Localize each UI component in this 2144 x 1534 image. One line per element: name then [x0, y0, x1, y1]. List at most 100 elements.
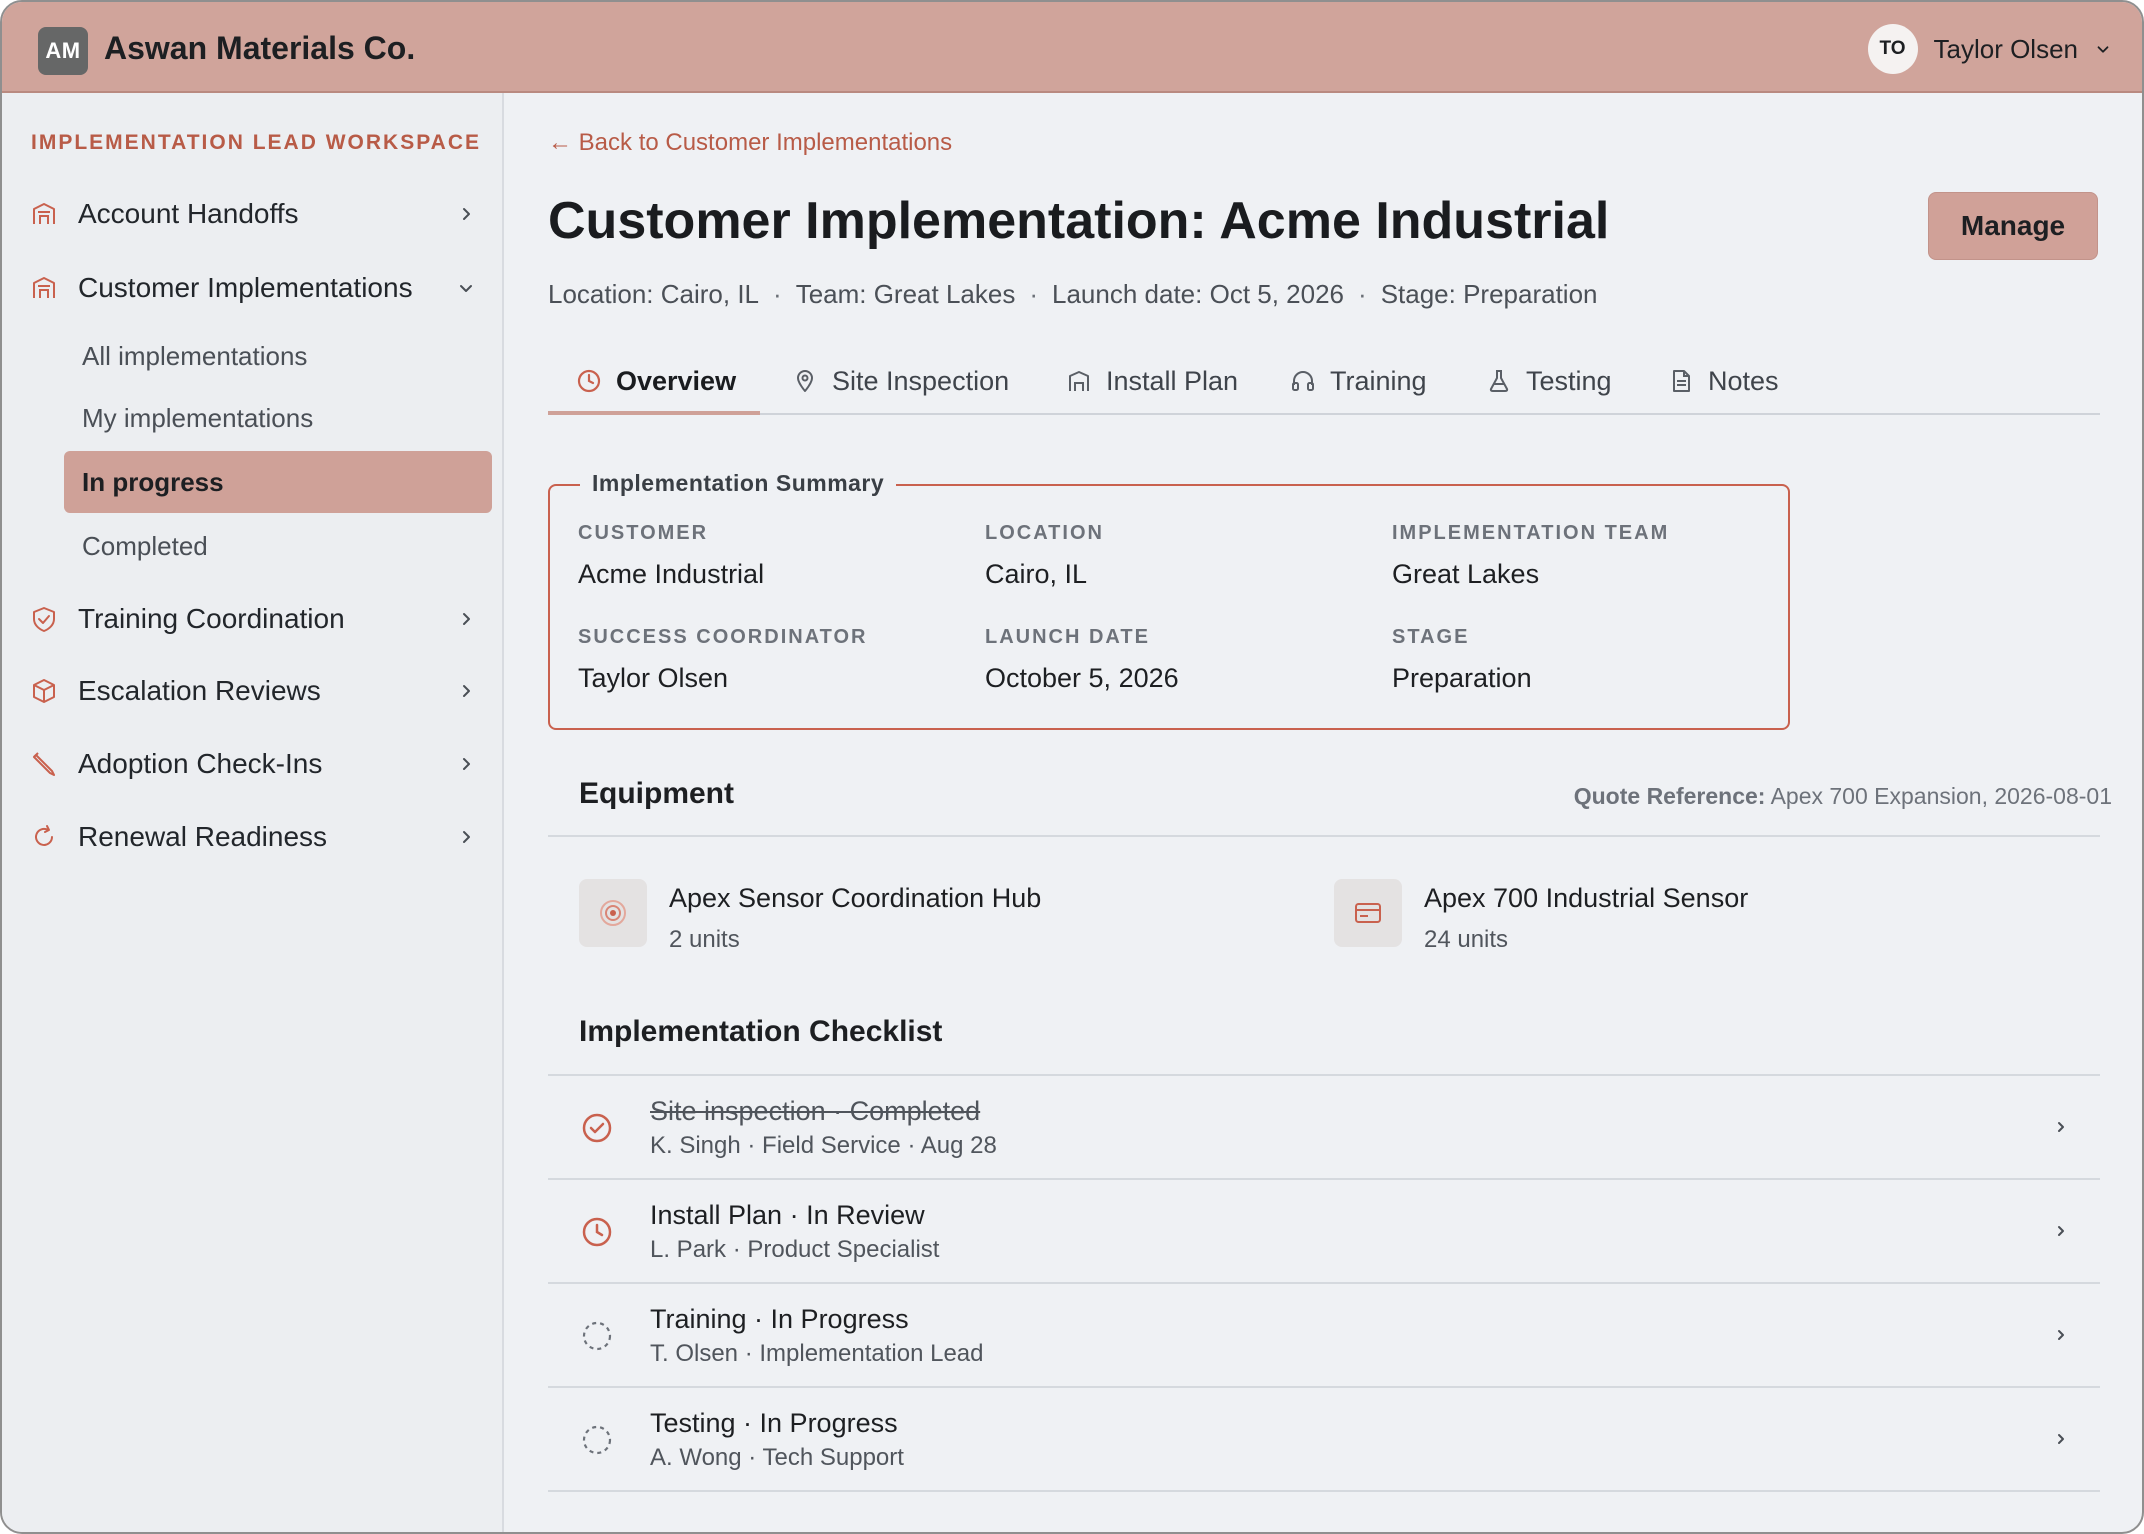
- checklist-item-training[interactable]: Training · In Progress T. Olsen · Implem…: [548, 1284, 2100, 1388]
- tab-site-inspection[interactable]: Site Inspection: [792, 347, 1009, 415]
- checklist-item-title: Training · In Progress: [650, 1304, 909, 1334]
- meta-separator: ·: [1358, 279, 1367, 309]
- field-label: IMPLEMENTATION TEAM: [1392, 522, 1670, 544]
- tab-label: Training: [1330, 365, 1427, 396]
- meta-location: Location: Cairo, IL: [548, 279, 760, 309]
- chevron-right-icon: [463, 831, 470, 843]
- tab-training[interactable]: Training: [1290, 347, 1427, 415]
- workspace-label: IMPLEMENTATION LEAD WORKSPACE: [31, 131, 481, 154]
- field-label: CUSTOMER: [578, 522, 709, 544]
- sidebar-subitem-in-progress[interactable]: In progress: [64, 451, 492, 513]
- user-name: Taylor Olsen: [1933, 33, 2079, 64]
- clock-icon: [582, 1217, 612, 1247]
- sidebar-item-label: Account Handoffs: [78, 198, 299, 229]
- building-icon: [1069, 371, 1089, 391]
- sidebar-item-label: Renewal Readiness: [78, 821, 328, 852]
- page-title: Customer Implementation: Acme Industrial: [548, 192, 1610, 250]
- tab-testing[interactable]: Testing: [1486, 347, 1612, 415]
- sidebar-item-account-handoffs[interactable]: Account Handoffs: [30, 189, 480, 239]
- implementation-summary: Implementation Summary CUSTOMER Acme Ind…: [548, 470, 1790, 730]
- sidebar-item-renewal-readiness[interactable]: Renewal Readiness: [30, 812, 480, 862]
- company-name: Aswan Materials Co.: [104, 30, 416, 66]
- dashed-circle-icon: [582, 1425, 612, 1455]
- sidebar-item-label: Adoption Check-Ins: [78, 748, 323, 779]
- user-menu[interactable]: TO Taylor Olsen: [1867, 24, 2113, 74]
- document-icon: [1673, 370, 1690, 392]
- quote-reference-label: Quote Reference:: [1573, 783, 1766, 809]
- dashed-circle-icon: [582, 1321, 612, 1351]
- equipment-title: Equipment: [579, 777, 734, 810]
- equipment-item: Apex 700 Industrial Sensor 24 units: [1334, 879, 1748, 954]
- checklist-item-subtitle: T. Olsen · Implementation Lead: [650, 1340, 984, 1367]
- tab-label: Testing: [1526, 365, 1612, 396]
- sidebar-item-label: Customer Implementations: [78, 272, 413, 303]
- box-icon: [33, 679, 55, 703]
- chevron-right-icon: [463, 613, 470, 625]
- equipment-name: Apex 700 Industrial Sensor: [1424, 883, 1749, 913]
- checklist-item-install-plan[interactable]: Install Plan · In Review L. Park · Produ…: [548, 1180, 2100, 1284]
- main-content: ← Back to Customer Implementations Custo…: [504, 93, 2142, 1532]
- tab-install-plan[interactable]: Install Plan: [1066, 347, 1238, 415]
- chevron-right-icon: [463, 685, 470, 697]
- sidebar: IMPLEMENTATION LEAD WORKSPACE Account Ha…: [2, 93, 504, 1532]
- tab-overview[interactable]: Overview: [576, 347, 736, 415]
- sidebar-item-training-coordination[interactable]: Training Coordination: [30, 594, 480, 644]
- field-success-coordinator: SUCCESS COORDINATOR Taylor Olsen: [578, 626, 868, 694]
- target-icon: [579, 879, 647, 947]
- field-label: STAGE: [1392, 626, 1470, 648]
- meta-separator: ·: [773, 279, 782, 309]
- sidebar-item-escalation-reviews[interactable]: Escalation Reviews: [30, 666, 480, 716]
- building-icon: [33, 203, 55, 224]
- check-circle-icon: [582, 1113, 612, 1143]
- chevron-right-icon: [2058, 1434, 2064, 1444]
- meta-launch-date: Launch date: Oct 5, 2026: [1052, 279, 1345, 309]
- headphones-icon: [1292, 371, 1314, 391]
- chevron-right-icon: [463, 758, 470, 770]
- tab-notes[interactable]: Notes: [1668, 347, 1779, 415]
- flask-icon: [1489, 370, 1509, 392]
- field-label: LAUNCH DATE: [985, 626, 1150, 648]
- meta-stage: Stage: Preparation: [1380, 279, 1598, 309]
- sidebar-subitem-completed[interactable]: Completed: [64, 515, 492, 577]
- equipment-item: Apex Sensor Coordination Hub 2 units: [579, 879, 1041, 954]
- chevron-right-icon: [463, 208, 470, 220]
- tab-label: Install Plan: [1106, 365, 1239, 396]
- chevron-right-icon: [2058, 1330, 2064, 1340]
- field-value: Taylor Olsen: [578, 663, 729, 693]
- checklist-item-title: Site inspection · Completed: [650, 1096, 981, 1126]
- avatar: TO: [1867, 24, 1918, 74]
- sidebar-subitem-my-implementations[interactable]: My implementations: [64, 387, 492, 449]
- checklist-item-testing[interactable]: Testing · In Progress A. Wong · Tech Sup…: [548, 1388, 2100, 1492]
- tab-label: Notes: [1708, 365, 1779, 396]
- checklist-item-title: Testing · In Progress: [650, 1408, 898, 1438]
- refresh-icon: [35, 825, 53, 846]
- map-pin-icon: [797, 370, 813, 392]
- quote-reference: Quote Reference: Apex 700 Expansion, 202…: [1574, 783, 2112, 810]
- sidebar-item-customer-implementations[interactable]: Customer Implementations: [30, 263, 480, 313]
- checklist-item-site-inspection[interactable]: Site inspection · Completed K. Singh · F…: [548, 1076, 2100, 1180]
- card-icon: [1334, 879, 1402, 947]
- sidebar-item-adoption-check-ins[interactable]: Adoption Check-Ins: [30, 739, 480, 789]
- field-value: October 5, 2026: [985, 663, 1179, 693]
- sidebar-subitem-all-implementations[interactable]: All implementations: [64, 325, 492, 387]
- equipment-units: 2 units: [669, 926, 740, 953]
- field-customer: CUSTOMER Acme Industrial: [578, 522, 764, 590]
- tab-label: Site Inspection: [832, 365, 1010, 396]
- tab-active-indicator: [548, 411, 760, 415]
- tab-bar: Overview Site Inspection Install Plan Tr…: [548, 347, 2100, 415]
- field-stage: STAGE Preparation: [1392, 626, 1532, 694]
- meta-separator: ·: [1029, 279, 1039, 309]
- tab-label: Overview: [616, 365, 737, 396]
- chevron-right-icon: [2058, 1226, 2064, 1236]
- divider: [548, 835, 2100, 837]
- field-label: LOCATION: [985, 522, 1104, 544]
- equipment-name: Apex Sensor Coordination Hub: [669, 883, 1042, 913]
- equipment-units: 24 units: [1424, 926, 1509, 953]
- sidebar-item-label: Escalation Reviews: [78, 675, 321, 706]
- checklist-item-subtitle: A. Wong · Tech Support: [650, 1444, 904, 1471]
- manage-button[interactable]: Manage: [1928, 192, 2098, 260]
- field-value: Cairo, IL: [985, 559, 1088, 589]
- chevron-right-icon: [2058, 1122, 2064, 1132]
- back-link[interactable]: ← Back to Customer Implementations: [548, 129, 952, 157]
- checklist-item-subtitle: K. Singh · Field Service · Aug 28: [650, 1132, 997, 1159]
